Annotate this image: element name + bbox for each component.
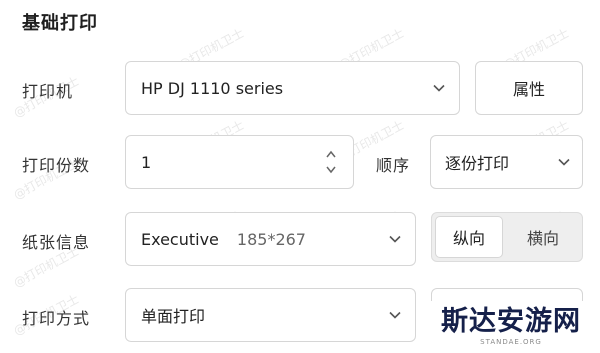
site-logo: 斯达安游网 STANDAE.ORG [422,301,600,353]
logo-name: 斯达安游网 [441,306,581,337]
logo-domain: STANDAE.ORG [480,338,542,346]
copies-stepper[interactable]: 1 [125,135,354,189]
stepper-arrows-icon[interactable] [325,148,337,176]
paper-select[interactable]: Executive 185*267 [125,212,416,266]
chevron-down-icon [389,311,401,319]
order-label: 顺序 [376,156,411,175]
printer-label: 打印机 [22,82,74,101]
print-mode-select[interactable]: 单面打印 [125,288,416,342]
order-value: 逐份打印 [445,154,510,173]
order-select[interactable]: 逐份打印 [430,135,583,189]
paper-label: 纸张信息 [22,233,91,252]
chevron-down-icon [433,84,445,92]
copies-value: 1 [141,152,152,172]
paper-size-name: Executive [141,229,219,249]
landscape-option[interactable]: 横向 [506,216,580,258]
copies-label: 打印份数 [22,156,91,175]
chevron-down-icon [389,235,401,243]
print-mode-value: 单面打印 [141,307,206,326]
print-mode-label: 打印方式 [22,309,91,328]
printer-value: HP DJ 1110 series [141,78,284,98]
properties-button[interactable]: 属性 [475,61,583,115]
section-title: 基础打印 [22,13,98,34]
orientation-toggle[interactable]: 纵向 横向 [431,212,583,262]
chevron-down-icon [558,158,570,166]
printer-select[interactable]: HP DJ 1110 series [125,61,460,115]
paper-size-dims: 185*267 [236,229,306,249]
portrait-option[interactable]: 纵向 [435,216,503,258]
